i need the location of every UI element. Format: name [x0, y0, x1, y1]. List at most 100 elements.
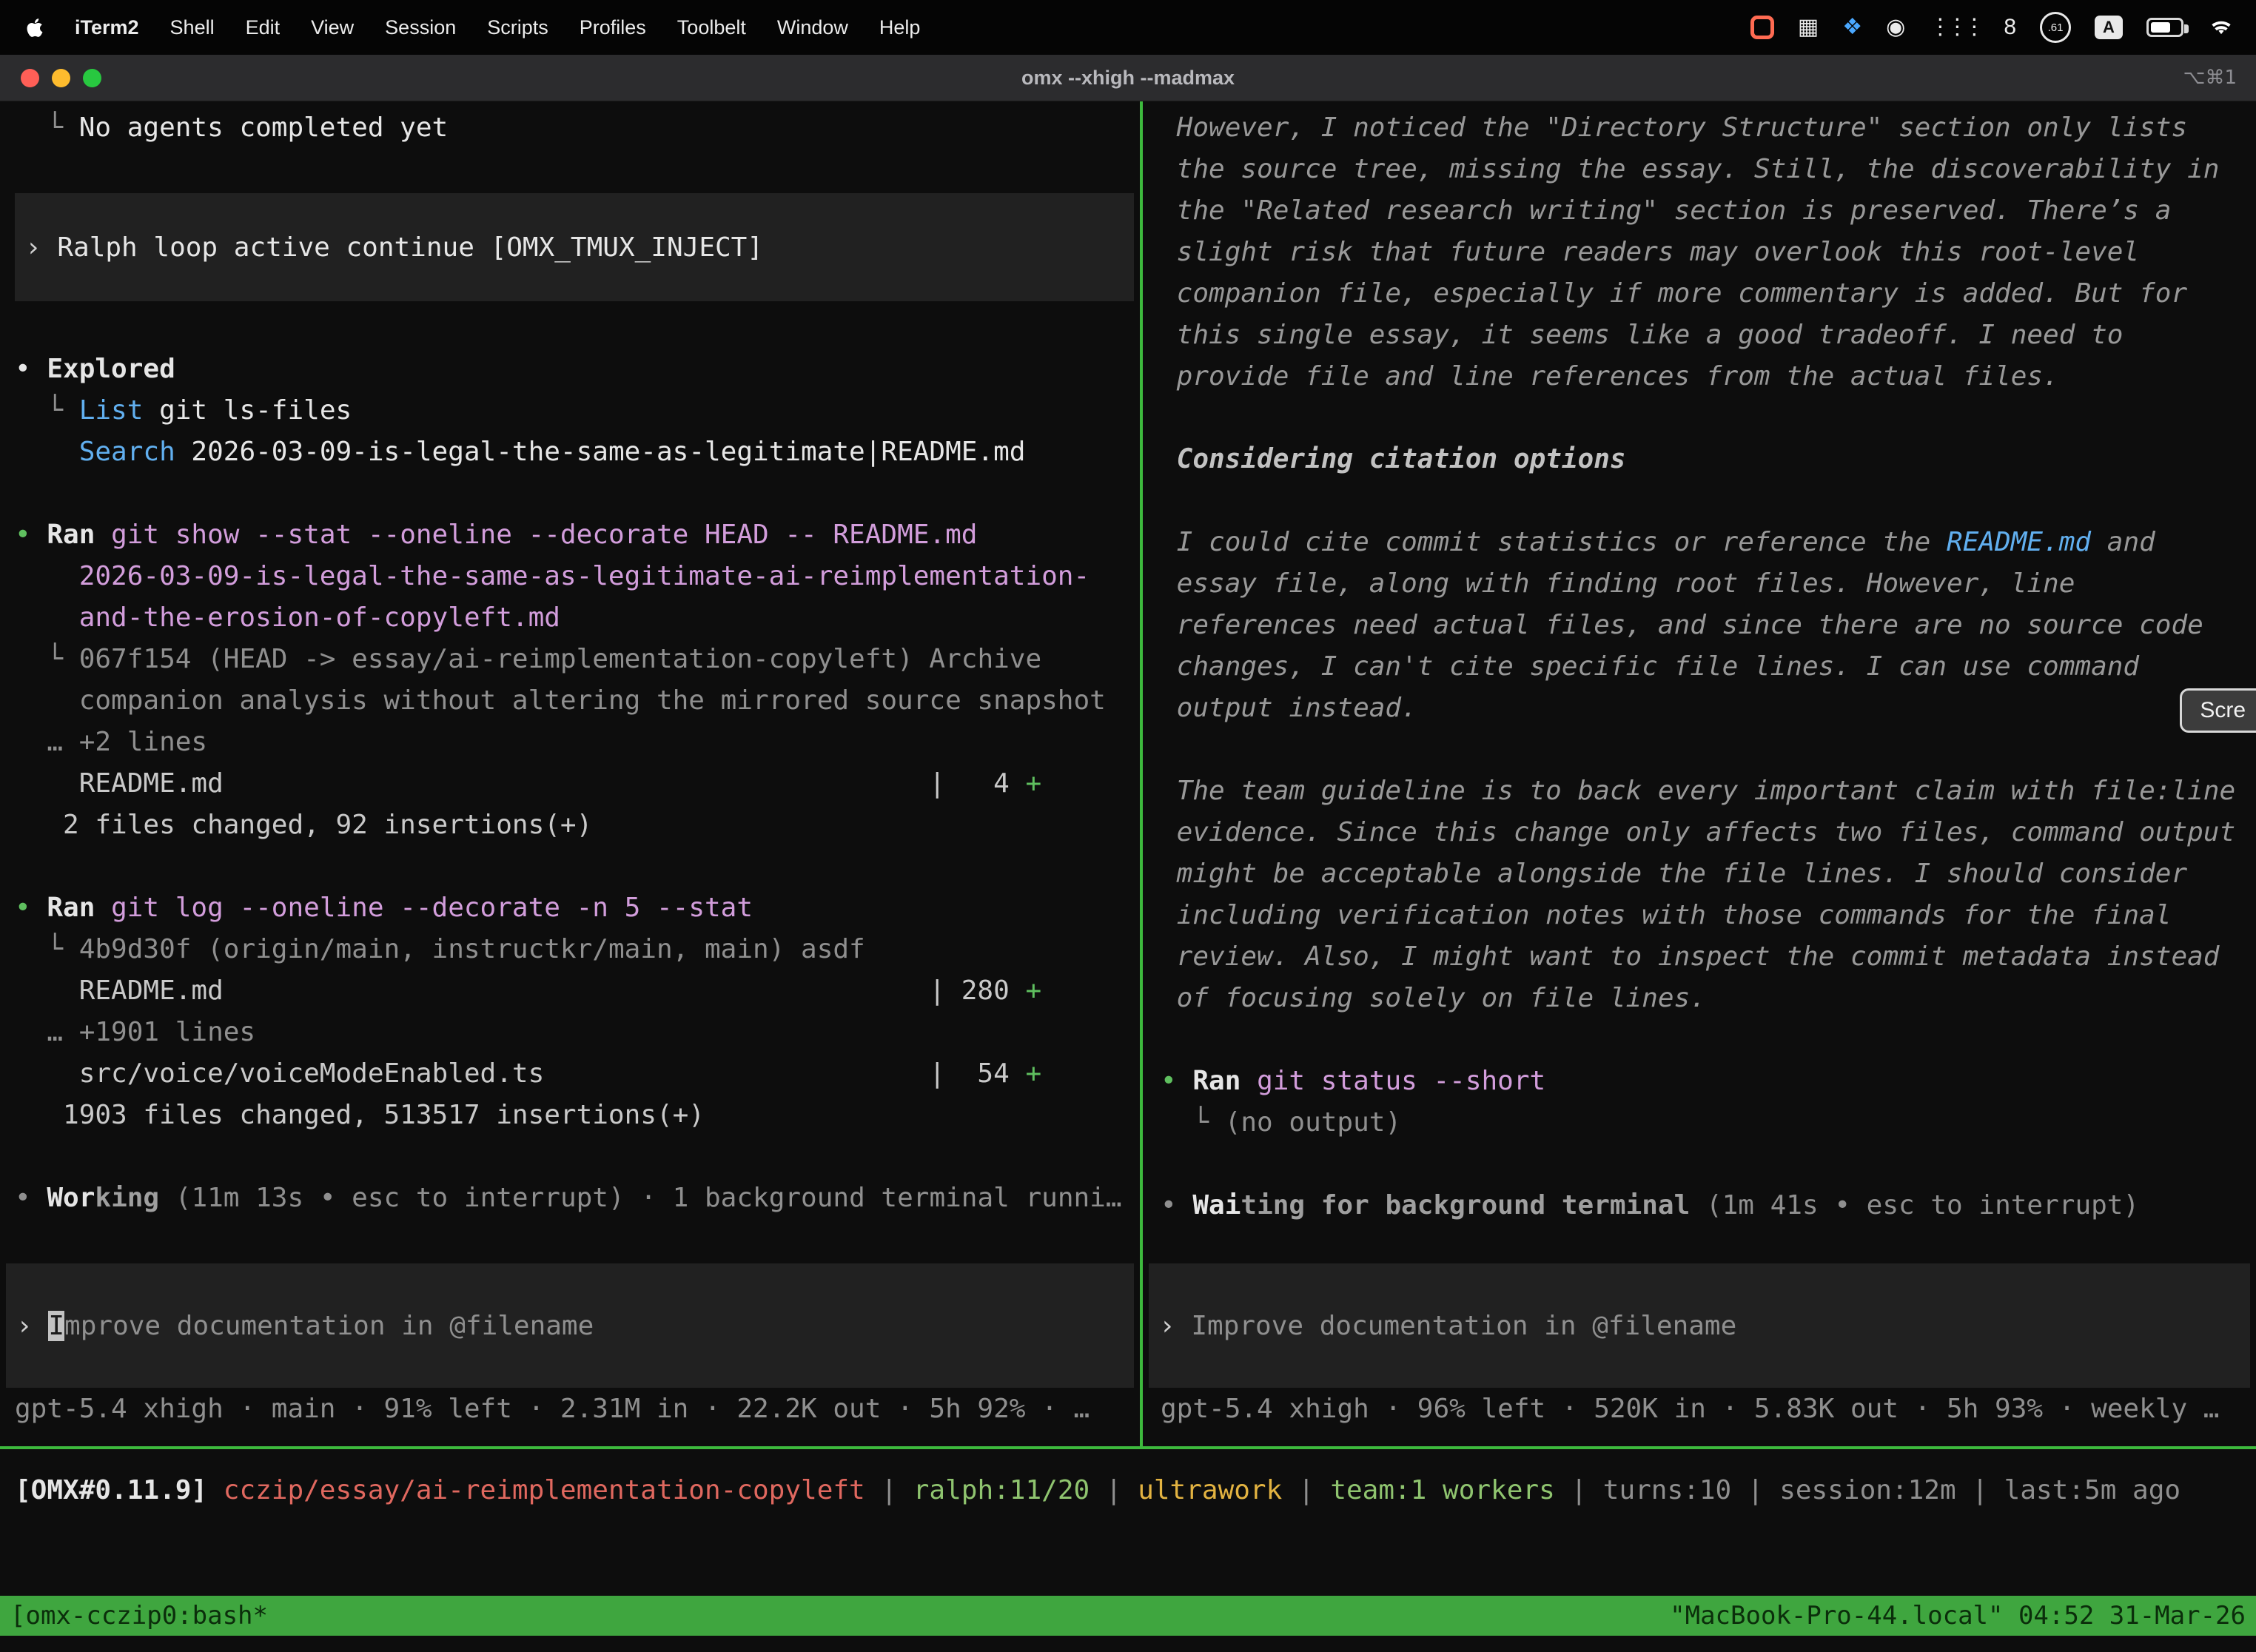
explored-list-line: └ List git ls-files — [15, 390, 1140, 432]
ralph-loop-tag: [OMX_TMUX_INJECT] — [491, 232, 763, 263]
bottom-separator — [0, 1446, 2256, 1449]
text-cursor: I — [48, 1311, 64, 1341]
menu-item-edit[interactable]: Edit — [230, 16, 296, 39]
git-log-more-lines: … +1901 lines — [15, 1012, 1140, 1053]
no-agents-line: └ No agents completed yet — [15, 107, 1140, 149]
waiting-status-line: • Waiting for background terminal (1m 41… — [1161, 1185, 2256, 1226]
ratio-badge-icon[interactable]: .61 — [2040, 12, 2071, 43]
right-prompt-input[interactable]: › Improve documentation in @filename — [1149, 1263, 2250, 1388]
circle-app-icon[interactable]: ◉ — [1886, 16, 1905, 38]
thinking-line: review. Also, I might want to inspect th… — [1161, 936, 2256, 978]
thinking-line: provide file and line references from th… — [1161, 356, 2256, 397]
git-log-stat-readme: README.md | 280 + — [15, 970, 1140, 1012]
git-show-stat-summary: 2 files changed, 92 insertions(+) — [15, 805, 1140, 846]
input-source-icon[interactable]: A — [2095, 16, 2123, 39]
menu-item-session[interactable]: Session — [369, 16, 471, 39]
battery-nub — [2184, 24, 2189, 33]
thinking-line: of focusing solely on file lines. — [1161, 978, 2256, 1019]
blank-line — [1161, 729, 2256, 770]
explored-search-line: Search 2026-03-09-is-legal-the-same-as-l… — [15, 432, 1140, 473]
thinking-line: changes, I can't cite specific file line… — [1161, 646, 2256, 688]
minimize-button[interactable] — [52, 69, 70, 87]
explored-header: • Explored — [15, 349, 1140, 390]
digit-badge-icon[interactable]: 8 — [2004, 16, 2016, 38]
right-pane: However, I noticed the "Directory Struct… — [1143, 101, 2256, 1446]
menu-item-iterm2[interactable]: iTerm2 — [59, 16, 155, 39]
screen-recording-icon[interactable] — [1750, 16, 1774, 39]
window-titlebar: omx --xhigh --madmax ⌥⌘1 — [0, 55, 2256, 101]
ran-git-status-header: • Ran git status --short — [1161, 1061, 2256, 1102]
thinking-line: this single essay, it seems like a good … — [1161, 315, 2256, 356]
window-title: omx --xhigh --madmax — [0, 67, 2256, 90]
git-log-commit-line: └ 4b9d30f (origin/main, instructkr/main,… — [15, 929, 1140, 970]
apple-menu-icon[interactable] — [21, 16, 59, 39]
git-show-commit-line: └ 067f154 (HEAD -> essay/ai-reimplementa… — [15, 639, 1140, 680]
dots-grid-icon[interactable]: ⋮⋮⋮ — [1929, 16, 1980, 38]
blank-line — [15, 473, 1140, 514]
thinking-line: slight risk that future readers may over… — [1161, 232, 2256, 273]
thinking-line: output instead. — [1161, 688, 2256, 729]
menu-item-window[interactable]: Window — [762, 16, 864, 39]
blank-line — [1161, 1144, 2256, 1185]
thinking-line: I could cite commit statistics or refere… — [1161, 522, 2256, 563]
banner-prompt-glyph: › — [25, 232, 57, 263]
ralph-loop-text: Ralph loop active continue — [57, 232, 490, 263]
menu-bar-left: iTerm2ShellEditViewSessionScriptsProfile… — [21, 16, 936, 39]
input-text: mprove documentation in @filename — [64, 1311, 594, 1341]
git-show-commit-line-2: companion analysis without altering the … — [15, 680, 1140, 722]
git-show-stat-readme: README.md | 4 + — [15, 763, 1140, 805]
blue-app-icon[interactable]: ❖ — [1842, 16, 1862, 38]
battery-fill — [2151, 22, 2170, 33]
ran-git-log-header: • Ran git log --oneline --decorate -n 5 … — [15, 887, 1140, 929]
omx-status: [OMX#0.11.9] cczip/essay/ai-reimplementa… — [15, 1470, 2256, 1511]
zoom-button[interactable] — [83, 69, 101, 87]
battery-icon[interactable] — [2146, 18, 2183, 37]
left-prompt-input[interactable]: › Improve documentation in @filename — [6, 1263, 1134, 1388]
wifi-icon[interactable] — [2207, 16, 2235, 39]
screen-notification-toast[interactable]: Scre — [2180, 688, 2256, 733]
menu-item-view[interactable]: View — [295, 16, 369, 39]
right-model-status-line: gpt-5.4 xhigh · 96% left · 520K in · 5.8… — [1161, 1389, 2219, 1430]
window-shortcut-badge: ⌥⌘1 — [2183, 67, 2237, 89]
left-pane: └ No agents completed yet › Ralph loop a… — [0, 101, 1140, 1446]
menu-bar: iTerm2ShellEditViewSessionScriptsProfile… — [0, 0, 2256, 55]
blank-line — [15, 846, 1140, 887]
omx-status-line: [OMX#0.11.9] cczip/essay/ai-reimplementa… — [15, 1470, 2256, 1511]
tmux-status-bar: [omx-cczip0:bash* "MacBook-Pro-44.local"… — [0, 1596, 2256, 1636]
menu-items: iTerm2ShellEditViewSessionScriptsProfile… — [59, 16, 936, 39]
terminal-area: └ No agents completed yet › Ralph loop a… — [0, 101, 2256, 1446]
working-status-line: • Working (11m 13s • esc to interrupt) ·… — [15, 1178, 1140, 1219]
window-grid-icon[interactable]: ▦ — [1798, 16, 1819, 38]
tmux-session-label: [omx-cczip0:bash* — [10, 1601, 268, 1631]
tmux-host-clock: "MacBook-Pro-44.local" 04:52 31-Mar-26 — [1670, 1601, 2246, 1631]
menu-item-scripts[interactable]: Scripts — [471, 16, 564, 39]
macos-screen: iTerm2ShellEditViewSessionScriptsProfile… — [0, 0, 2256, 1652]
thinking-line: However, I noticed the "Directory Struct… — [1161, 107, 2256, 149]
thinking-line: references need actual files, and since … — [1161, 605, 2256, 646]
thinking-line: the "Related research writing" section i… — [1161, 190, 2256, 232]
git-show-more-lines: … +2 lines — [15, 722, 1140, 763]
blank-line — [15, 1136, 1140, 1178]
menu-item-toolbelt[interactable]: Toolbelt — [662, 16, 762, 39]
menu-status-icons: ▦ ❖ ◉ ⋮⋮⋮ 8 .61 A — [1750, 12, 2235, 43]
ralph-loop-banner: › Ralph loop active continue [OMX_TMUX_I… — [15, 193, 1134, 301]
menu-item-shell[interactable]: Shell — [155, 16, 230, 39]
left-pane-scrollback: └ No agents completed yet › Ralph loop a… — [0, 101, 1140, 1219]
thinking-line: essay file, along with finding root file… — [1161, 563, 2256, 605]
thinking-line: The team guideline is to back every impo… — [1161, 770, 2256, 812]
ran-git-show-header: • Ran git show --stat --oneline --decora… — [15, 514, 1140, 556]
close-button[interactable] — [21, 69, 39, 87]
blank-line — [1161, 480, 2256, 522]
thinking-line: including verification notes with those … — [1161, 895, 2256, 936]
git-show-arg-wrap-2: and-the-erosion-of-copyleft.md — [15, 597, 1140, 639]
git-log-stat-summary: 1903 files changed, 513517 insertions(+) — [15, 1095, 1140, 1136]
prompt-glyph: › — [1159, 1311, 1191, 1341]
menu-item-profiles[interactable]: Profiles — [564, 16, 662, 39]
prompt-glyph: › — [16, 1311, 48, 1341]
git-log-stat-voice: src/voice/voiceModeEnabled.ts | 54 + — [15, 1053, 1140, 1095]
thinking-line: the source tree, missing the essay. Stil… — [1161, 149, 2256, 190]
git-show-arg-wrap-1: 2026-03-09-is-legal-the-same-as-legitima… — [15, 556, 1140, 597]
blank-line — [1161, 397, 2256, 439]
toast-text: Scre — [2200, 698, 2246, 722]
menu-item-help[interactable]: Help — [864, 16, 936, 39]
